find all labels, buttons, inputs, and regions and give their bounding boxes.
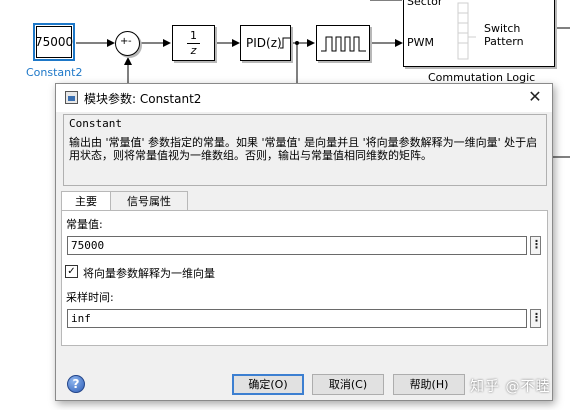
help-button[interactable]: 帮助(H) (393, 374, 465, 395)
sample-time-field[interactable]: inf (67, 309, 527, 328)
close-icon[interactable]: ✕ (526, 88, 544, 106)
pid-label: PID(z) (246, 36, 282, 50)
block-type-label: Constant (69, 117, 122, 130)
constant-block[interactable]: 75000 (33, 23, 75, 61)
tab-signal-attributes[interactable]: 信号属性 (110, 191, 188, 210)
help-question-icon[interactable]: ? (67, 375, 85, 393)
unit-delay-block[interactable]: 1 z (172, 25, 215, 61)
sum-block[interactable]: + - (115, 31, 140, 56)
simulink-window-icon (65, 91, 78, 104)
block-description-group: Constant 输出由 '常量值' 参数指定的常量。如果 '常量值' 是向量并… (63, 114, 547, 186)
unit-delay-denominator: z (190, 44, 197, 57)
port-label-sector: Sector (407, 0, 443, 8)
constant-value-label: 常量值: (66, 218, 103, 231)
sum-minus-sign: - (128, 36, 132, 47)
subsystem-preview-icon (457, 2, 476, 60)
pid-step-icon (280, 37, 290, 49)
dialog-title: 模块参数: Constant2 (84, 92, 202, 106)
interpret-vector-label: 将向量参数解释为一维向量 (83, 267, 215, 280)
constant-value-field[interactable]: 75000 (67, 236, 527, 255)
commutation-logic-subsystem[interactable]: Sector PWM Switch Pattern (403, 0, 555, 67)
dialog-title-bar[interactable]: 模块参数: Constant2 ✕ (56, 84, 552, 112)
pid-block[interactable]: PID(z) (240, 25, 291, 61)
constant-block-caption: Constant2 (26, 66, 83, 79)
constant-value-more-button[interactable]: ⋮ (530, 236, 542, 255)
block-description-text: 输出由 '常量值' 参数指定的常量。如果 '常量值' 是向量并且 '将向量参数解… (69, 136, 538, 162)
constant-block-value: 75000 (35, 35, 74, 49)
sample-time-label: 采样时间: (66, 291, 114, 304)
main-tab-panel: 常量值: 75000 ⋮ ✓ 将向量参数解释为一维向量 采样时间: inf ⋮ (61, 210, 548, 346)
interpret-vector-checkbox[interactable]: ✓ (65, 265, 78, 278)
cancel-button[interactable]: 取消(C) (312, 374, 384, 395)
port-label-pwm: PWM (407, 36, 435, 49)
tab-main[interactable]: 主要 (61, 191, 111, 212)
port-label-switch-pattern: Switch Pattern (484, 22, 524, 48)
pwm-generator-block[interactable] (316, 25, 370, 61)
sample-time-more-button[interactable]: ⋮ (530, 309, 542, 328)
pulse-train-icon (321, 36, 366, 52)
unit-delay-numerator: 1 (190, 29, 197, 42)
block-parameters-dialog[interactable]: 模块参数: Constant2 ✕ Constant 输出由 '常量值' 参数指… (55, 83, 553, 401)
watermark-text: 知乎 @不睦 (470, 379, 551, 395)
ok-button[interactable]: 确定(O) (232, 374, 304, 395)
